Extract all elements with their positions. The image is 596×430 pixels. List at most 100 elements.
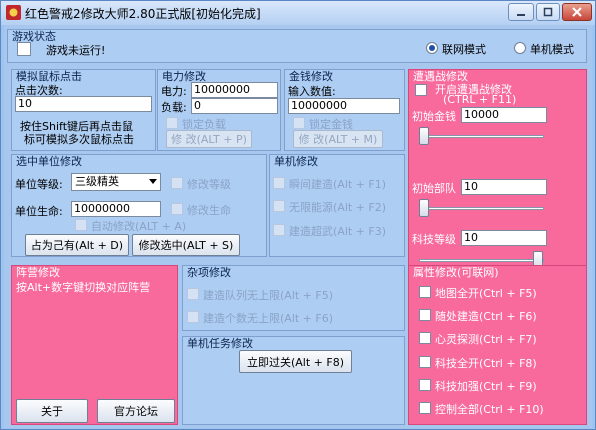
- encounter-enable-checkbox[interactable]: [415, 84, 427, 96]
- tech-unlock-label: 科技全开(Ctrl + F8): [435, 357, 537, 370]
- pass-level-button[interactable]: 立即过关(Alt + F8): [239, 350, 352, 373]
- camp-hint: 按Alt+数字键切换对应阵营: [16, 281, 151, 294]
- main-window: 红色警戒2修改大师2.80正式版[初始化完成] 游戏状态 游戏未运行! 联网模式…: [0, 0, 596, 430]
- initial-units-input[interactable]: 10: [461, 179, 547, 195]
- money-input[interactable]: 10000000: [288, 98, 400, 114]
- app-icon: [6, 5, 21, 20]
- misc-title: 杂项修改: [187, 266, 231, 279]
- minimize-icon: [517, 14, 525, 16]
- camp-title: 阵营修改: [16, 266, 60, 279]
- about-button[interactable]: 关于: [16, 399, 88, 423]
- money-title: 金钱修改: [289, 70, 333, 83]
- take-ownership-button[interactable]: 占为己有(Alt + D): [25, 234, 129, 256]
- forum-button[interactable]: 官方论坛: [97, 399, 175, 423]
- restore-button[interactable]: [536, 3, 560, 21]
- initial-money-label: 初始金钱: [412, 110, 456, 123]
- single-title: 单机修改: [274, 155, 318, 168]
- tech-boost-label: 科技加强(Ctrl + F9): [435, 380, 537, 393]
- initial-money-input[interactable]: 10000: [461, 107, 547, 123]
- power-group: 电力修改 电力: 10000000 负载: 0 锁定负载 修 改(ALT + P…: [157, 69, 281, 151]
- restore-icon: [543, 7, 553, 17]
- tech-level-input[interactable]: 10: [461, 230, 547, 246]
- instant-build-checkbox[interactable]: [273, 177, 285, 189]
- tech-level-slider-track: [419, 259, 544, 262]
- queue-unlimited-checkbox[interactable]: [187, 288, 199, 300]
- modify-life-label: 修改生命: [187, 204, 231, 217]
- window-title: 红色警戒2修改大师2.80正式版[初始化完成]: [25, 7, 261, 21]
- initial-money-slider-track: [419, 135, 544, 138]
- single-mode-radio[interactable]: [514, 42, 526, 54]
- unit-edit-title: 选中单位修改: [16, 155, 82, 168]
- lock-money-checkbox[interactable]: [293, 117, 305, 129]
- psychic-scan-checkbox[interactable]: [419, 332, 431, 344]
- tech-level-label: 科技等级: [412, 233, 456, 246]
- power-input[interactable]: 10000000: [191, 82, 278, 98]
- load-label: 负载:: [161, 101, 187, 114]
- mouse-sim-group: 模拟鼠标点击 点击次数: 10 按住Shift键后再点击鼠 标可模拟多次鼠标点击: [11, 69, 156, 151]
- map-reveal-label: 地图全开(Ctrl + F5): [435, 287, 537, 300]
- mouse-sim-hint-2: 标可模拟多次鼠标点击: [24, 133, 134, 146]
- lock-load-checkbox[interactable]: [166, 117, 178, 129]
- instant-build-label: 瞬间建造(Alt + F1): [289, 178, 387, 191]
- task-group: 单机任务修改 立即过关(Alt + F8): [182, 336, 405, 425]
- modify-level-label: 修改等级: [187, 178, 231, 191]
- modify-selected-button[interactable]: 修改选中(ALT + S): [132, 234, 240, 256]
- unit-level-select[interactable]: 三级精英: [71, 173, 161, 191]
- close-icon: [572, 7, 582, 17]
- build-anywhere-label: 随处建造(Ctrl + F6): [435, 310, 537, 323]
- click-count-input[interactable]: 10: [15, 96, 152, 112]
- game-running-checkbox[interactable]: [17, 42, 31, 56]
- load-input[interactable]: 0: [191, 98, 278, 114]
- build-count-unlimited-checkbox[interactable]: [187, 311, 199, 323]
- map-reveal-checkbox[interactable]: [419, 286, 431, 298]
- build-anywhere-checkbox[interactable]: [419, 309, 431, 321]
- client-area: 游戏状态 游戏未运行! 联网模式 单机模式 模拟鼠标点击 点击次数: 10 按住…: [4, 25, 592, 428]
- auto-modify-checkbox[interactable]: [75, 219, 87, 231]
- superweapon-label: 建造超武(Alt + F3): [289, 225, 387, 238]
- attrs-title: 属性修改(可联网): [413, 266, 499, 279]
- online-mode-label: 联网模式: [442, 43, 486, 56]
- attrs-group: 属性修改(可联网) 地图全开(Ctrl + F5) 随处建造(Ctrl + F6…: [408, 265, 587, 425]
- initial-units-slider-track: [419, 207, 544, 210]
- control-all-checkbox[interactable]: [419, 402, 431, 414]
- initial-units-label: 初始部队: [412, 182, 456, 195]
- single-group: 单机修改 瞬间建造(Alt + F1) 无限能源(Alt + F2) 建造超武(…: [269, 154, 405, 257]
- misc-group: 杂项修改 建造队列无上限(Alt + F5) 建造个数无上限(Alt + F6): [182, 265, 405, 331]
- tech-unlock-checkbox[interactable]: [419, 356, 431, 368]
- camp-group: 阵营修改 按Alt+数字键切换对应阵营 关于 官方论坛: [11, 265, 178, 425]
- modify-level-checkbox[interactable]: [171, 177, 183, 189]
- minimize-button[interactable]: [508, 3, 534, 21]
- chevron-down-icon: [146, 174, 160, 190]
- unit-life-input[interactable]: 10000000: [71, 201, 161, 217]
- superweapon-checkbox[interactable]: [273, 224, 285, 236]
- single-mode-label: 单机模式: [530, 43, 574, 56]
- tech-boost-checkbox[interactable]: [419, 379, 431, 391]
- task-title: 单机任务修改: [187, 337, 253, 350]
- close-button[interactable]: [562, 3, 592, 21]
- game-status-text: 游戏未运行!: [46, 44, 106, 57]
- build-count-unlimited-label: 建造个数无上限(Alt + F6): [203, 312, 334, 325]
- title-bar[interactable]: 红色警戒2修改大师2.80正式版[初始化完成]: [1, 1, 595, 25]
- unit-life-label: 单位生命:: [15, 205, 63, 218]
- psychic-scan-label: 心灵探测(Ctrl + F7): [435, 333, 537, 346]
- unit-edit-group: 选中单位修改 单位等级: 三级精英 修改等级 单位生命: 10000000 修改…: [11, 154, 267, 257]
- infinite-power-checkbox[interactable]: [273, 200, 285, 212]
- game-status-group: 游戏状态 游戏未运行! 联网模式 单机模式: [7, 29, 587, 63]
- modify-life-checkbox[interactable]: [171, 203, 183, 215]
- money-group: 金钱修改 输入数值: 10000000 锁定金钱 修 改(ALT + M): [284, 69, 405, 151]
- initial-units-slider[interactable]: [419, 199, 429, 217]
- unit-level-value: 三级精英: [75, 175, 119, 188]
- encounter-group: 遭遇战修改 开启遭遇战修改 (CTRL + F11) 初始金钱 10000 初始…: [408, 69, 587, 281]
- encounter-enable-hotkey: (CTRL + F11): [443, 93, 517, 106]
- money-input-label: 输入数值:: [288, 85, 336, 98]
- unit-level-label: 单位等级:: [15, 178, 63, 191]
- online-mode-radio[interactable]: [426, 42, 438, 54]
- control-all-label: 控制全部(Ctrl + F10): [435, 403, 544, 416]
- infinite-power-label: 无限能源(Alt + F2): [289, 201, 387, 214]
- initial-money-slider[interactable]: [419, 127, 429, 145]
- queue-unlimited-label: 建造队列无上限(Alt + F5): [203, 289, 334, 302]
- power-label: 电力:: [161, 85, 187, 98]
- auto-modify-label: 自动修改(ALT + A): [91, 220, 187, 233]
- power-modify-button[interactable]: 修 改(ALT + P): [166, 130, 252, 148]
- money-modify-button[interactable]: 修 改(ALT + M): [293, 130, 383, 148]
